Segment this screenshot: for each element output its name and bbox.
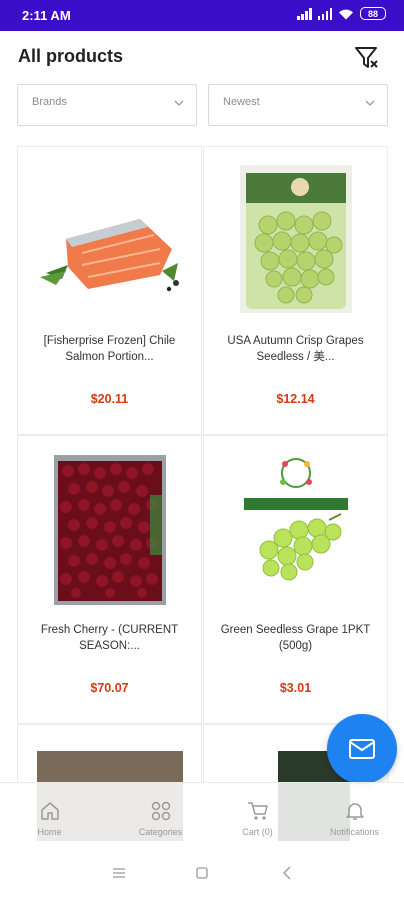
product-price: $20.11	[90, 392, 129, 406]
sort-dropdown-value: Newest	[223, 96, 260, 108]
product-card[interactable]: Green Seedless Grape 1PKT (500g) $3.01	[203, 435, 388, 724]
product-image-cherries	[53, 455, 166, 605]
bottom-navigation: Home Categories Cart (0) Notifications	[0, 782, 404, 847]
nav-home-label: Home	[37, 827, 62, 837]
categories-icon	[151, 801, 170, 821]
bell-icon	[345, 803, 364, 820]
page-title: All products	[18, 46, 124, 66]
back-icon[interactable]	[282, 866, 292, 880]
filter-button[interactable]	[354, 45, 378, 71]
nav-notifications-label: Notifications	[329, 827, 380, 837]
brands-dropdown-label: Brands	[32, 96, 67, 108]
product-price: $70.07	[90, 681, 129, 695]
product-name: Green Seedless Grape 1PKT (500g)	[220, 624, 371, 652]
brands-dropdown[interactable]: Brands	[17, 84, 197, 126]
cart-icon	[247, 802, 268, 820]
signal-icon	[297, 7, 312, 20]
chevron-down-icon	[174, 100, 184, 106]
app-header: All products	[0, 31, 404, 83]
product-card[interactable]: [Fisherprise Frozen] Chile Salmon Portio…	[17, 146, 202, 435]
home-square-icon[interactable]	[196, 867, 208, 879]
product-name: Fresh Cherry - (CURRENT SEASON:...	[40, 624, 179, 652]
status-time: 2:11 AM	[22, 8, 71, 23]
product-image-green-grapes	[243, 458, 348, 581]
chevron-down-icon	[365, 100, 375, 106]
system-navigation-bar	[0, 846, 404, 900]
status-icons: 88	[297, 7, 386, 20]
sort-dropdown[interactable]: Newest	[208, 84, 388, 126]
wifi-icon	[339, 9, 353, 19]
nav-cart[interactable]: Cart (0)	[217, 783, 298, 847]
contact-fab-button[interactable]	[327, 714, 397, 784]
product-name: [Fisherprise Frozen] Chile Salmon Portio…	[43, 335, 176, 363]
nav-notifications[interactable]: Notifications	[314, 783, 395, 847]
signal-icon-2	[317, 7, 332, 20]
product-name: USA Autumn Crisp Grapes Seedless / 美...	[227, 335, 364, 363]
menu-icon[interactable]	[112, 867, 126, 879]
nav-cart-label: Cart (0)	[242, 827, 273, 837]
nav-categories-label: Categories	[138, 827, 183, 837]
product-price: $12.14	[276, 392, 315, 406]
product-price: $3.01	[279, 681, 312, 695]
nav-home[interactable]: Home	[9, 783, 90, 847]
product-image-salmon	[39, 219, 179, 292]
product-card[interactable]: USA Autumn Crisp Grapes Seedless / 美... …	[203, 146, 388, 435]
battery-icon: 88	[360, 7, 386, 20]
product-card[interactable]: Fresh Cherry - (CURRENT SEASON:... $70.0…	[17, 435, 202, 724]
status-bar: 2:11 AM 88	[0, 0, 404, 31]
mail-icon	[349, 739, 375, 759]
filter-icon	[355, 47, 378, 68]
nav-categories[interactable]: Categories	[120, 783, 201, 847]
product-image-grapes-bag	[239, 165, 352, 313]
home-icon	[40, 802, 59, 820]
